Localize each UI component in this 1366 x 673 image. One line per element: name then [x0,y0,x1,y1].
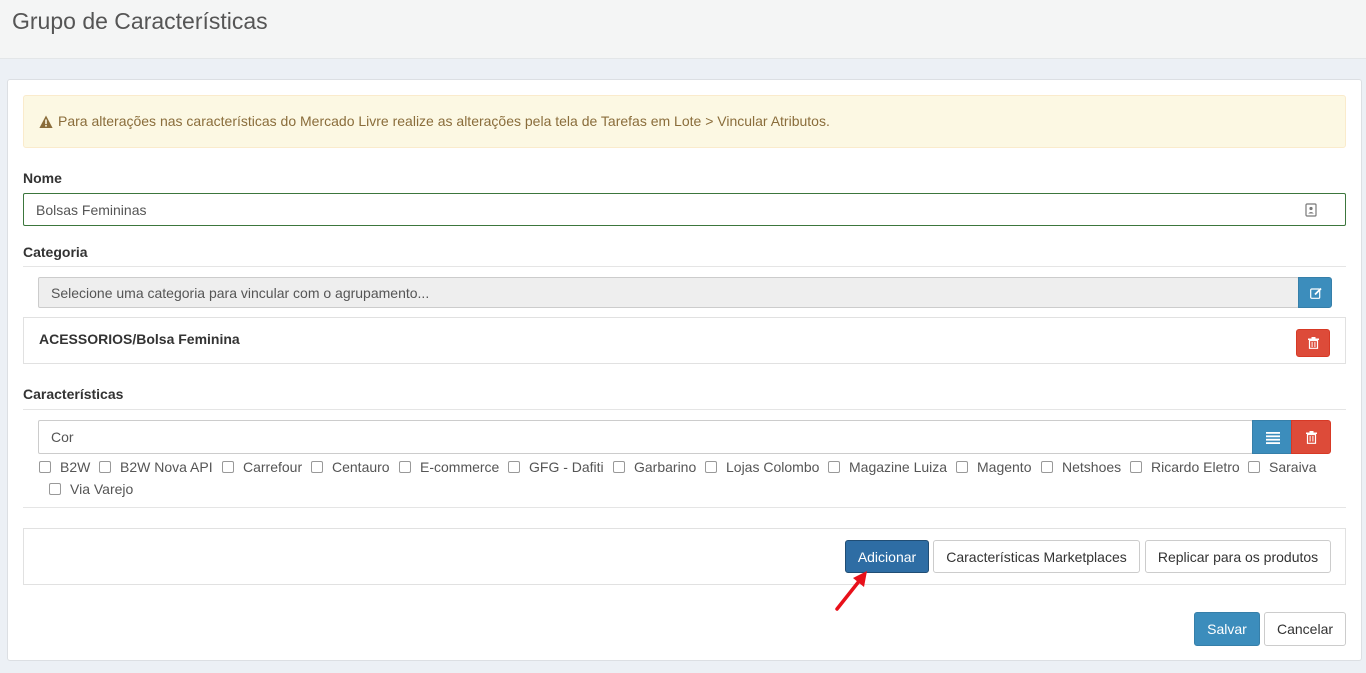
checkbox[interactable] [828,461,840,473]
divider [23,507,1346,508]
marketplaces-caracteristicas-button[interactable]: Características Marketplaces [933,540,1140,573]
selected-category-name: ACESSORIOS/Bolsa Feminina [39,331,240,347]
delete-caracteristica-button[interactable] [1291,420,1331,454]
marketplace-checkbox[interactable]: Lojas Colombo [705,459,819,475]
alert-text: Para alterações nas características do M… [58,113,830,129]
divider [23,266,1346,267]
checkbox[interactable] [49,483,61,495]
main-panel: Para alterações nas características do M… [7,79,1362,661]
nome-input[interactable]: Bolsas Femininas [23,193,1346,226]
caracteristica-value: Cor [51,429,74,445]
annotation-arrow-icon [835,571,867,611]
caracteristica-input[interactable]: Cor [38,420,1253,454]
page-title: Grupo de Características [12,8,268,34]
edit-icon [1310,287,1322,299]
remove-category-button[interactable] [1296,329,1330,357]
checkbox[interactable] [1041,461,1053,473]
marketplace-checkbox[interactable]: Ricardo Eletro [1130,459,1240,475]
categoria-label: Categoria [23,244,88,260]
marketplace-checkbox[interactable]: Saraiva [1248,459,1316,475]
marketplace-checkbox[interactable]: Carrefour [222,459,302,475]
checkbox[interactable] [39,461,51,473]
checkbox[interactable] [311,461,323,473]
checkbox[interactable] [99,461,111,473]
checkbox[interactable] [956,461,968,473]
checkbox[interactable] [1248,461,1260,473]
marketplace-checkbox[interactable]: Magento [956,459,1031,475]
marketplace-checkbox[interactable]: B2W [39,459,90,475]
warning-icon [39,115,53,128]
marketplace-checkbox[interactable]: B2W Nova API [99,459,213,475]
nome-value: Bolsas Femininas [36,202,147,218]
edit-category-button[interactable] [1298,277,1332,308]
marketplace-checkbox[interactable]: E-commerce [399,459,499,475]
warning-alert: Para alterações nas características do M… [23,95,1346,148]
marketplace-checkbox[interactable]: Centauro [311,459,390,475]
checkbox[interactable] [399,461,411,473]
marketplace-checkbox[interactable]: Garbarino [613,459,696,475]
checkbox[interactable] [1130,461,1142,473]
salvar-button[interactable]: Salvar [1194,612,1260,646]
checkbox[interactable] [508,461,520,473]
cancelar-button[interactable]: Cancelar [1264,612,1346,646]
page-header: Grupo de Características [0,0,1366,59]
caracteristicas-actions: Adicionar Características Marketplaces R… [23,528,1346,585]
marketplace-checkbox[interactable]: Netshoes [1041,459,1121,475]
marketplace-checkbox[interactable]: GFG - Dafiti [508,459,604,475]
marketplace-checkbox[interactable]: Magazine Luiza [828,459,947,475]
trash-icon [1308,337,1319,349]
marketplace-checkbox[interactable]: Via Varejo [49,481,133,497]
selected-category-item: ACESSORIOS/Bolsa Feminina [23,317,1346,364]
checkbox[interactable] [705,461,717,473]
categoria-placeholder: Selecione uma categoria para vincular co… [51,285,430,301]
caracteristicas-label: Características [23,386,124,402]
replicar-produtos-button[interactable]: Replicar para os produtos [1145,540,1331,573]
list-icon [1266,432,1280,444]
checkbox[interactable] [222,461,234,473]
categoria-select[interactable]: Selecione uma categoria para vincular co… [38,277,1299,308]
trash-icon [1306,431,1317,444]
list-values-button[interactable] [1252,420,1292,454]
contact-card-icon [1305,203,1317,217]
nome-label: Nome [23,170,62,186]
divider [23,409,1346,410]
checkbox[interactable] [613,461,625,473]
